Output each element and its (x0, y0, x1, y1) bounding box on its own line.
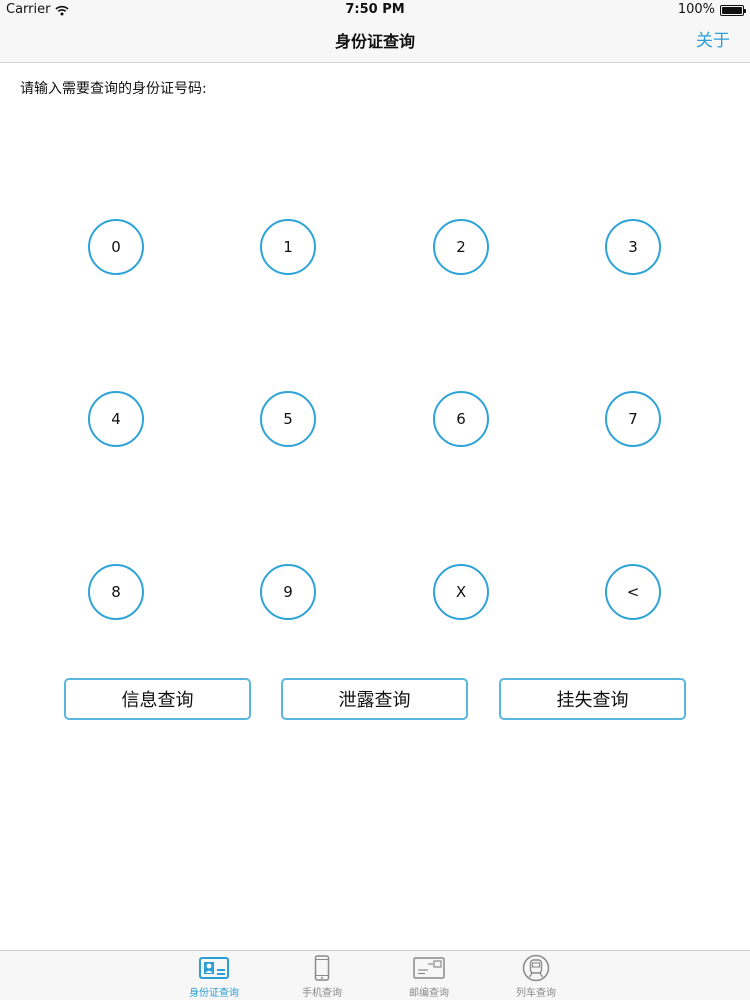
key-0[interactable]: 0 (88, 219, 144, 275)
lost-report-query-button[interactable]: 挂失查询 (499, 678, 686, 720)
tab-bar: 身份证查询 手机查询 邮编查询 列车查询 (0, 950, 750, 1000)
train-icon (520, 954, 552, 982)
key-6[interactable]: 6 (433, 391, 489, 447)
key-4[interactable]: 4 (88, 391, 144, 447)
tab-label-postcode: 邮编查询 (409, 988, 449, 999)
tab-phone[interactable]: 手机查询 (282, 954, 362, 999)
leak-query-button[interactable]: 泄露查询 (281, 678, 468, 720)
key-8[interactable]: 8 (88, 564, 144, 620)
tab-postcode[interactable]: 邮编查询 (389, 954, 469, 999)
tab-id-card[interactable]: 身份证查询 (174, 954, 254, 999)
key-x[interactable]: X (433, 564, 489, 620)
info-query-button[interactable]: 信息查询 (64, 678, 251, 720)
app-screen: Carrier 7:50 PM 100% 身份证查询 关于 请输入需要查询的身份… (0, 0, 750, 1000)
number-keypad: 0 1 2 3 4 5 6 7 8 9 X < (0, 0, 750, 700)
tab-label-id-card: 身份证查询 (189, 988, 239, 999)
tab-label-phone: 手机查询 (302, 988, 342, 999)
phone-icon (306, 954, 338, 982)
key-3[interactable]: 3 (605, 219, 661, 275)
key-9[interactable]: 9 (260, 564, 316, 620)
tab-train[interactable]: 列车查询 (496, 954, 576, 999)
tab-label-train: 列车查询 (516, 988, 556, 999)
key-5[interactable]: 5 (260, 391, 316, 447)
key-1[interactable]: 1 (260, 219, 316, 275)
postcard-icon (413, 954, 445, 982)
key-7[interactable]: 7 (605, 391, 661, 447)
key-2[interactable]: 2 (433, 219, 489, 275)
key-backspace[interactable]: < (605, 564, 661, 620)
id-card-icon (198, 954, 230, 982)
